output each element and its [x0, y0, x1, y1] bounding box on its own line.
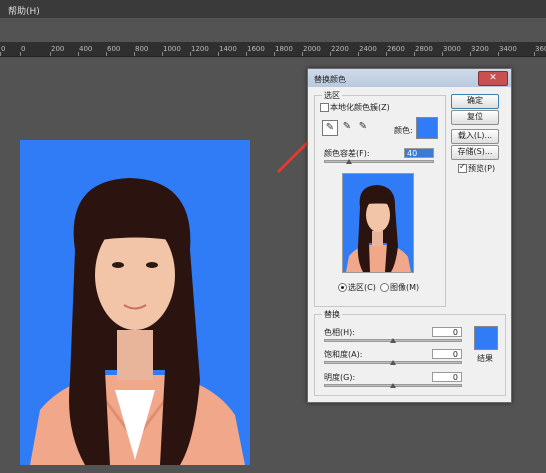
ruler-tick-label: 800	[135, 45, 149, 53]
lightness-input[interactable]: 0	[432, 372, 462, 382]
eyedropper-minus-icon[interactable]: ✎	[356, 120, 370, 134]
ruler-tick-label: 0	[1, 45, 6, 53]
ruler-tick-label: 360	[535, 45, 546, 53]
ruler-tick-mark	[470, 52, 471, 56]
ruler-tick-label: 2000	[303, 45, 321, 53]
result-color-swatch[interactable]	[474, 326, 498, 350]
ruler-tick-mark	[386, 52, 387, 56]
menu-bar: 帮助(H)	[0, 0, 546, 18]
ruler-tick-label: 2200	[331, 45, 349, 53]
ruler-tick-label: 2800	[415, 45, 433, 53]
horizontal-ruler: 0 0 200 400 600 800 1000 1200 1400 1600 1800 2000 22…	[0, 42, 546, 57]
eyedropper-plus-icon[interactable]: ✎	[340, 120, 354, 134]
ruler-tick-mark	[78, 52, 79, 56]
ruler-tick-mark	[534, 52, 535, 56]
fuzziness-slider-thumb[interactable]	[346, 159, 352, 164]
portrait-photo	[20, 140, 250, 465]
hue-slider-thumb[interactable]	[390, 338, 396, 343]
ruler-tick-mark	[302, 52, 303, 56]
ruler-tick-label: 400	[79, 45, 93, 53]
ruler-tick-mark	[134, 52, 135, 56]
preview-label: 预览(P)	[468, 164, 496, 173]
saturation-slider-thumb[interactable]	[390, 360, 396, 365]
ruler-tick-mark	[274, 52, 275, 56]
ruler-tick-label: 200	[51, 45, 65, 53]
ruler-tick-mark	[106, 52, 107, 56]
reset-button[interactable]: 复位	[451, 110, 499, 125]
options-bar	[0, 18, 546, 42]
dialog-title: 替换颜色	[314, 75, 346, 84]
ruler-tick-label: 1000	[163, 45, 181, 53]
lightness-label: 明度(G):	[324, 373, 356, 382]
load-button[interactable]: 载入(L)...	[451, 129, 499, 144]
ruler-tick-mark	[498, 52, 499, 56]
localized-clusters-label: 本地化颜色簇(Z)	[330, 103, 390, 112]
fuzziness-label: 颜色容差(F):	[324, 149, 370, 158]
replacement-group-label: 替换	[322, 309, 342, 320]
menu-help[interactable]: 帮助(H)	[8, 4, 40, 17]
ruler-tick-mark	[218, 52, 219, 56]
eyedropper-icon[interactable]: ✎	[322, 120, 338, 136]
ruler-tick-label: 2600	[387, 45, 405, 53]
radio-image[interactable]	[380, 283, 389, 292]
ruler-tick-label: 3000	[443, 45, 461, 53]
ruler-tick-label: 3200	[471, 45, 489, 53]
result-label: 结果	[477, 354, 493, 363]
ruler-tick-mark	[190, 52, 191, 56]
ruler-tick-mark	[330, 52, 331, 56]
ruler-tick-mark	[50, 52, 51, 56]
ruler-tick-mark	[358, 52, 359, 56]
ruler-tick-mark	[20, 52, 21, 56]
ruler-tick-label: 2400	[359, 45, 377, 53]
fuzziness-input[interactable]: 40	[404, 148, 434, 158]
hue-input[interactable]: 0	[432, 327, 462, 337]
ruler-tick-label: 1400	[219, 45, 237, 53]
save-button[interactable]: 存储(S)...	[451, 145, 499, 160]
radio-image-label: 图像(M)	[390, 283, 420, 292]
ruler-tick-label: 1800	[275, 45, 293, 53]
ruler-tick-label: 600	[107, 45, 121, 53]
color-label: 颜色:	[394, 126, 413, 135]
ok-button[interactable]: 确定	[451, 94, 499, 109]
ruler-tick-mark	[414, 52, 415, 56]
ruler-tick-label: 0	[21, 45, 26, 53]
ruler-tick-mark	[0, 52, 1, 56]
radio-selection[interactable]	[338, 283, 347, 292]
selection-preview	[342, 173, 414, 273]
preview-checkbox[interactable]	[458, 162, 467, 173]
lightness-slider-thumb[interactable]	[390, 383, 396, 388]
selection-color-swatch[interactable]	[416, 117, 438, 139]
hue-label: 色相(H):	[324, 328, 355, 337]
close-icon[interactable]: ✕	[478, 71, 508, 86]
radio-selection-label: 选区(C)	[348, 283, 376, 292]
ruler-tick-mark	[162, 52, 163, 56]
localized-clusters-checkbox[interactable]	[320, 103, 329, 112]
ruler-tick-mark	[442, 52, 443, 56]
saturation-input[interactable]: 0	[432, 349, 462, 359]
fuzziness-slider[interactable]	[324, 160, 434, 163]
replace-color-dialog: 替换颜色 ✕ 选区 本地化颜色簇(Z) ✎ ✎ ✎ 颜色: 颜色容差(F): 4…	[307, 68, 512, 403]
ruler-tick-label: 3400	[499, 45, 517, 53]
ruler-tick-label: 1200	[191, 45, 209, 53]
selection-group-label: 选区	[322, 90, 342, 101]
saturation-label: 饱和度(A):	[324, 350, 363, 359]
dialog-titlebar[interactable]: 替换颜色 ✕	[308, 69, 511, 87]
ruler-tick-mark	[246, 52, 247, 56]
ruler-tick-label: 1600	[247, 45, 265, 53]
